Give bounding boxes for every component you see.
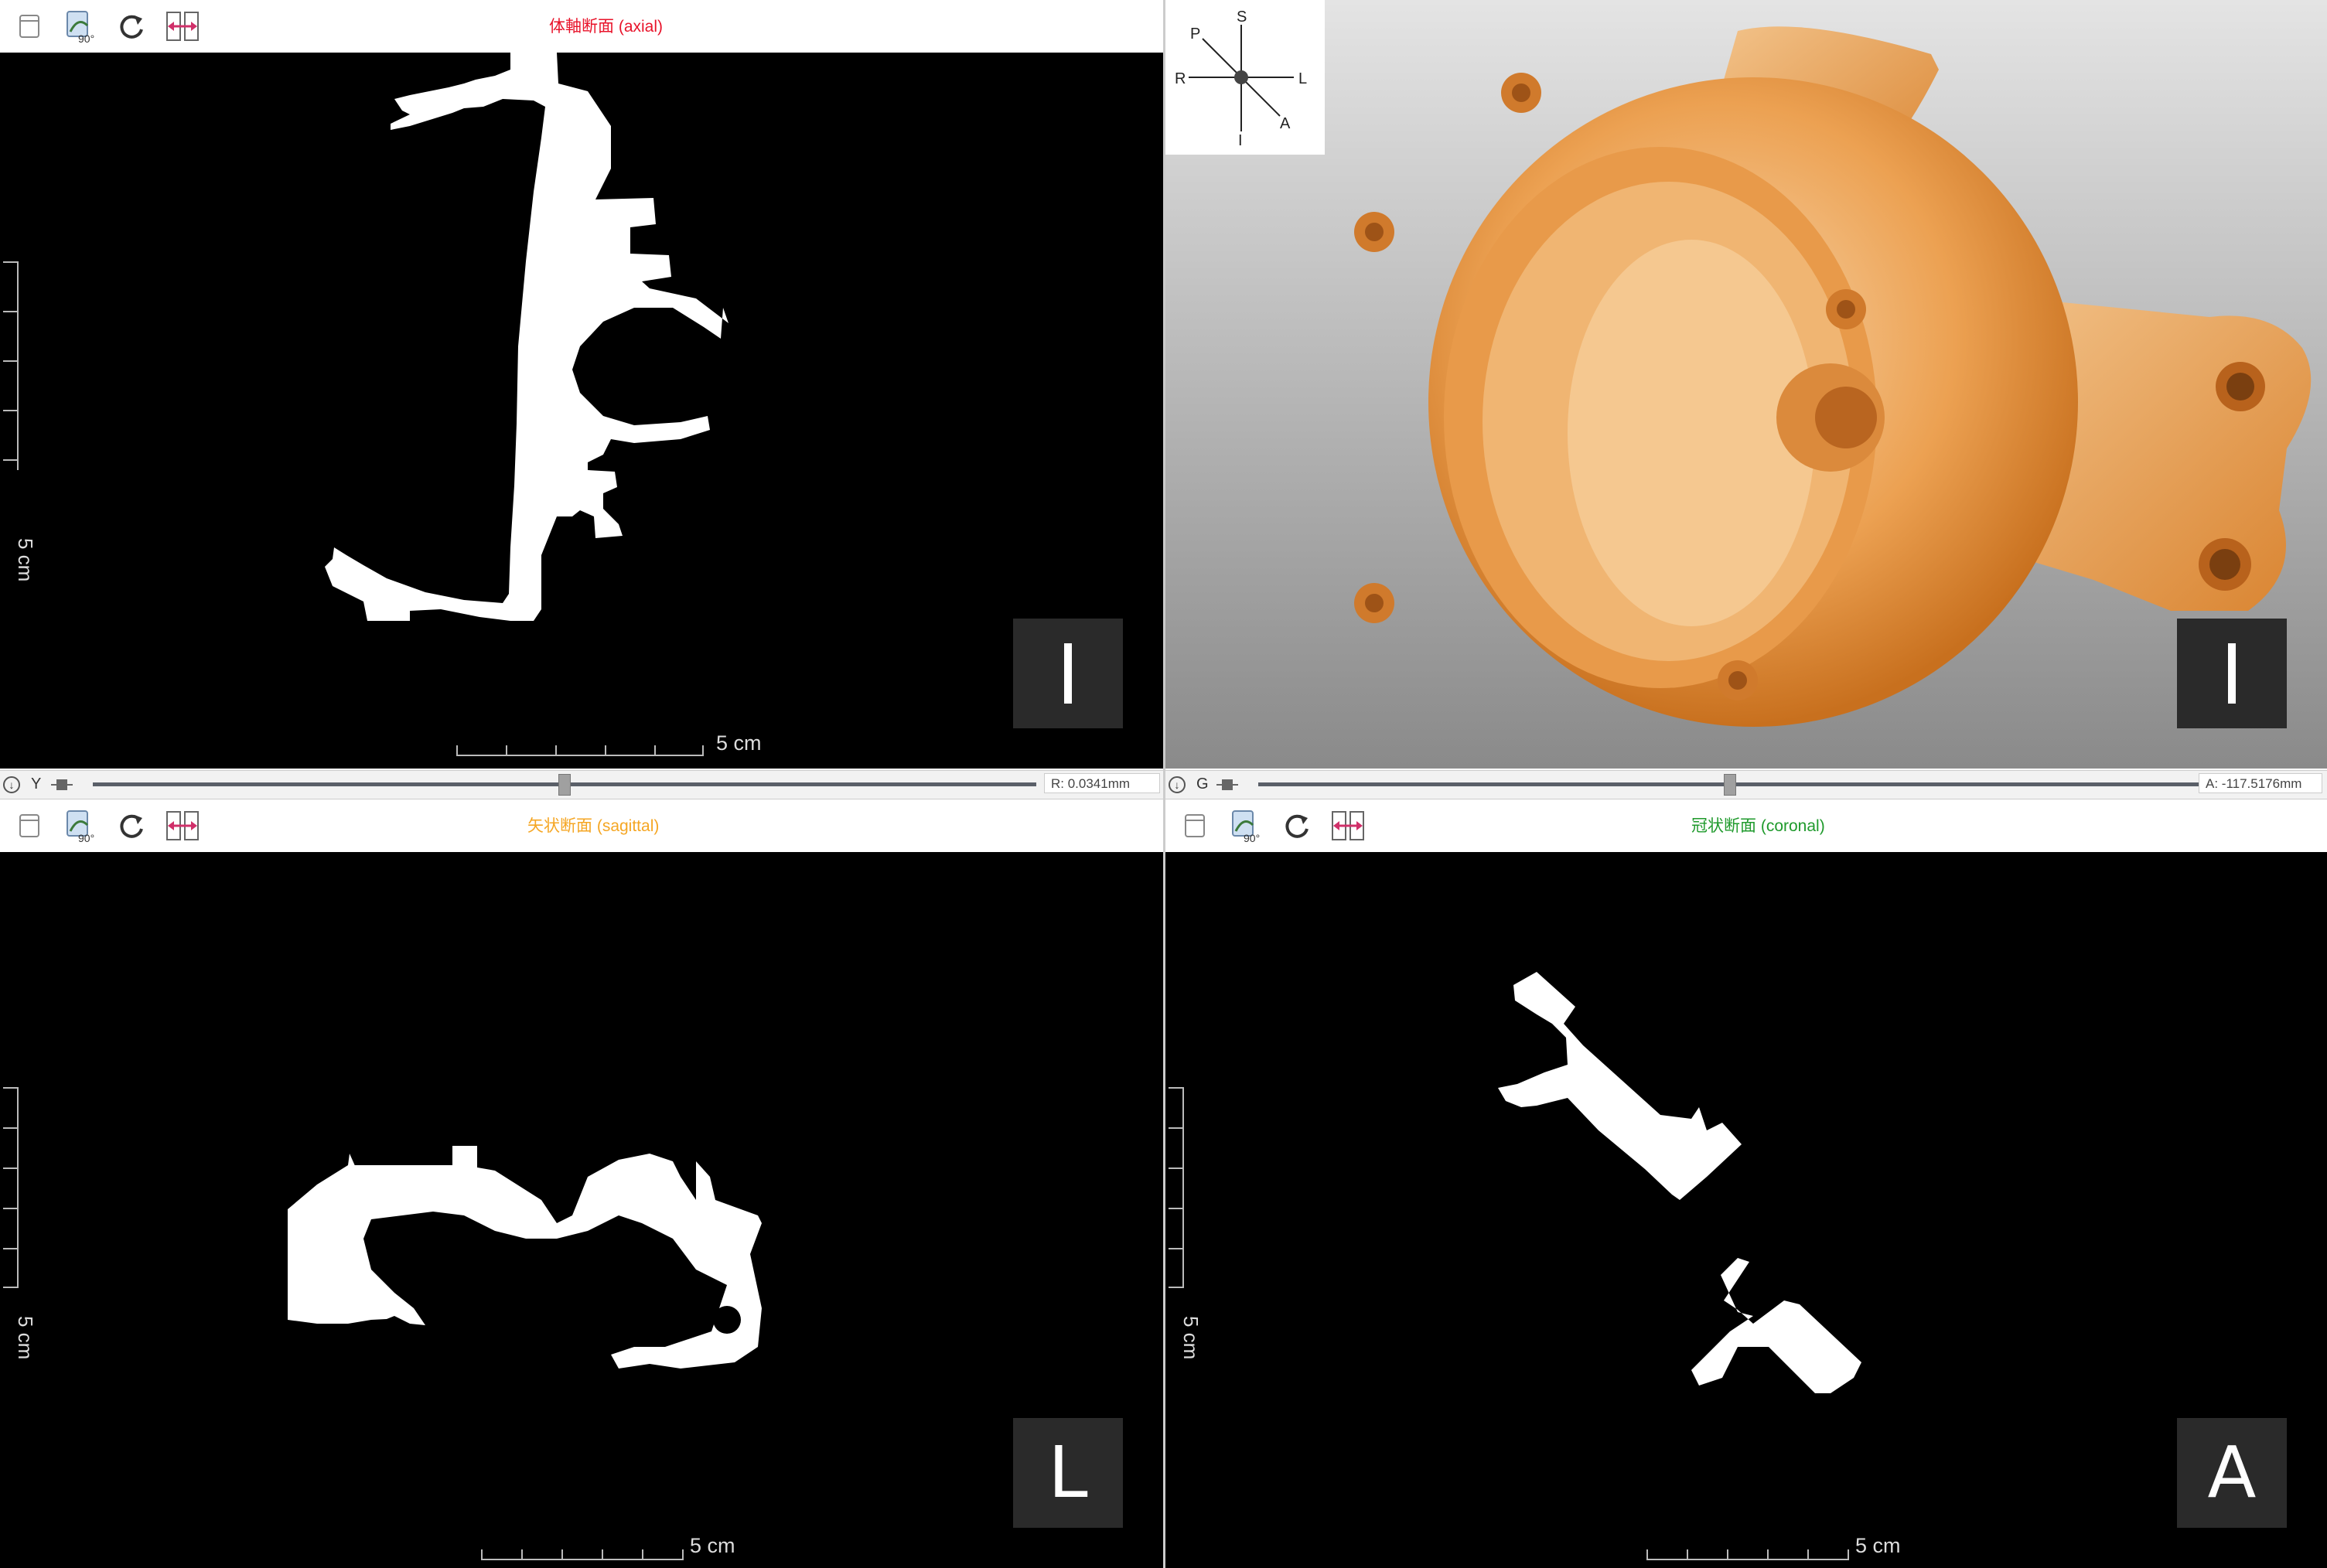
slider-axis-letter: Y xyxy=(31,775,42,793)
axial-slice-image xyxy=(325,53,728,621)
orientation-marker: L xyxy=(1013,1418,1123,1528)
flip-horizontal-icon[interactable] xyxy=(164,807,201,844)
slider-thumb[interactable] xyxy=(1724,774,1736,796)
svg-text:90°: 90° xyxy=(78,32,94,44)
rotate-90-icon[interactable]: 90° xyxy=(62,8,99,45)
axial-view-title: 体軸断面 (axial) xyxy=(549,18,664,36)
horizontal-scale-label: 5 cm xyxy=(690,1534,735,1557)
window-icon[interactable] xyxy=(1176,807,1213,844)
flip-horizontal-icon[interactable] xyxy=(1329,807,1367,844)
crosshair-icon[interactable] xyxy=(1216,776,1238,793)
horizontal-scale-label: 5 cm xyxy=(1855,1534,1901,1557)
slice-slider-left: ↓ Y R: 0.0341mm xyxy=(0,770,1163,799)
coronal-viewport[interactable]: 5 cm 5 cm A xyxy=(1165,852,2327,1568)
info-icon[interactable]: ↓ xyxy=(3,776,20,793)
svg-text:90°: 90° xyxy=(78,832,94,844)
window-icon[interactable] xyxy=(11,8,48,45)
vertical-scale-label: 5 cm xyxy=(14,1316,37,1360)
reset-rotation-icon[interactable] xyxy=(1278,807,1315,844)
sagittal-toolbar: 90° 矢状断面 (sagittal) xyxy=(0,799,1163,852)
vertical-scale-label: 5 cm xyxy=(14,538,37,582)
vertical-scale-label: 5 cm xyxy=(1179,1316,1203,1360)
sagittal-viewport[interactable]: 5 cm 5 cm L xyxy=(0,852,1163,1568)
horizontal-scale-bar xyxy=(1646,1546,1849,1560)
orientation-label: A xyxy=(2207,1431,2257,1514)
coronal-view-title: 冠状断面 (coronal) xyxy=(1691,817,1825,835)
reset-rotation-icon[interactable] xyxy=(113,807,150,844)
slider-axis-letter: G xyxy=(1196,775,1209,793)
sagittal-view-title: 矢状断面 (sagittal) xyxy=(527,817,660,835)
coronal-toolbar: 90° 冠状断面 (coronal) xyxy=(1165,799,2327,852)
horizontal-scale-label: 5 cm xyxy=(716,731,762,755)
3d-part-render xyxy=(1354,26,2312,727)
coronal-slice-image xyxy=(1498,972,1861,1393)
reset-rotation-icon[interactable] xyxy=(113,8,150,45)
axial-viewport[interactable]: 5 cm 5 cm I xyxy=(0,53,1163,769)
vertical-scale-bar xyxy=(0,1087,19,1288)
orientation-marker: I xyxy=(1013,619,1123,728)
vertical-scale-bar xyxy=(0,261,19,470)
horizontal-scale-bar xyxy=(456,742,704,756)
sagittal-slice-image xyxy=(288,1146,762,1369)
orientation-marker: I xyxy=(2177,619,2287,728)
vertical-scale-bar xyxy=(1165,1087,1184,1288)
info-icon[interactable]: ↓ xyxy=(1169,776,1186,793)
orientation-marker: A xyxy=(2177,1418,2287,1528)
slider-thumb[interactable] xyxy=(558,774,571,796)
horizontal-scale-bar xyxy=(481,1546,684,1560)
slice-slider-right: ↓ G A: -117.5176mm xyxy=(1165,770,2327,799)
window-icon[interactable] xyxy=(11,807,48,844)
axial-toolbar: 90° 体軸断面 (axial) xyxy=(0,0,1163,53)
crosshair-icon[interactable] xyxy=(51,776,73,793)
rotate-90-icon[interactable]: 90° xyxy=(1227,807,1264,844)
3d-render-viewport[interactable]: S P R L A I xyxy=(1165,0,2327,769)
rotate-90-icon[interactable]: 90° xyxy=(62,807,99,844)
flip-horizontal-icon[interactable] xyxy=(164,8,201,45)
orientation-label: L xyxy=(1048,1431,1088,1514)
svg-text:90°: 90° xyxy=(1244,832,1260,844)
slider-position-readout: R: 0.0341mm xyxy=(1044,773,1160,793)
slider-position-readout: A: -117.5176mm xyxy=(2199,773,2322,793)
